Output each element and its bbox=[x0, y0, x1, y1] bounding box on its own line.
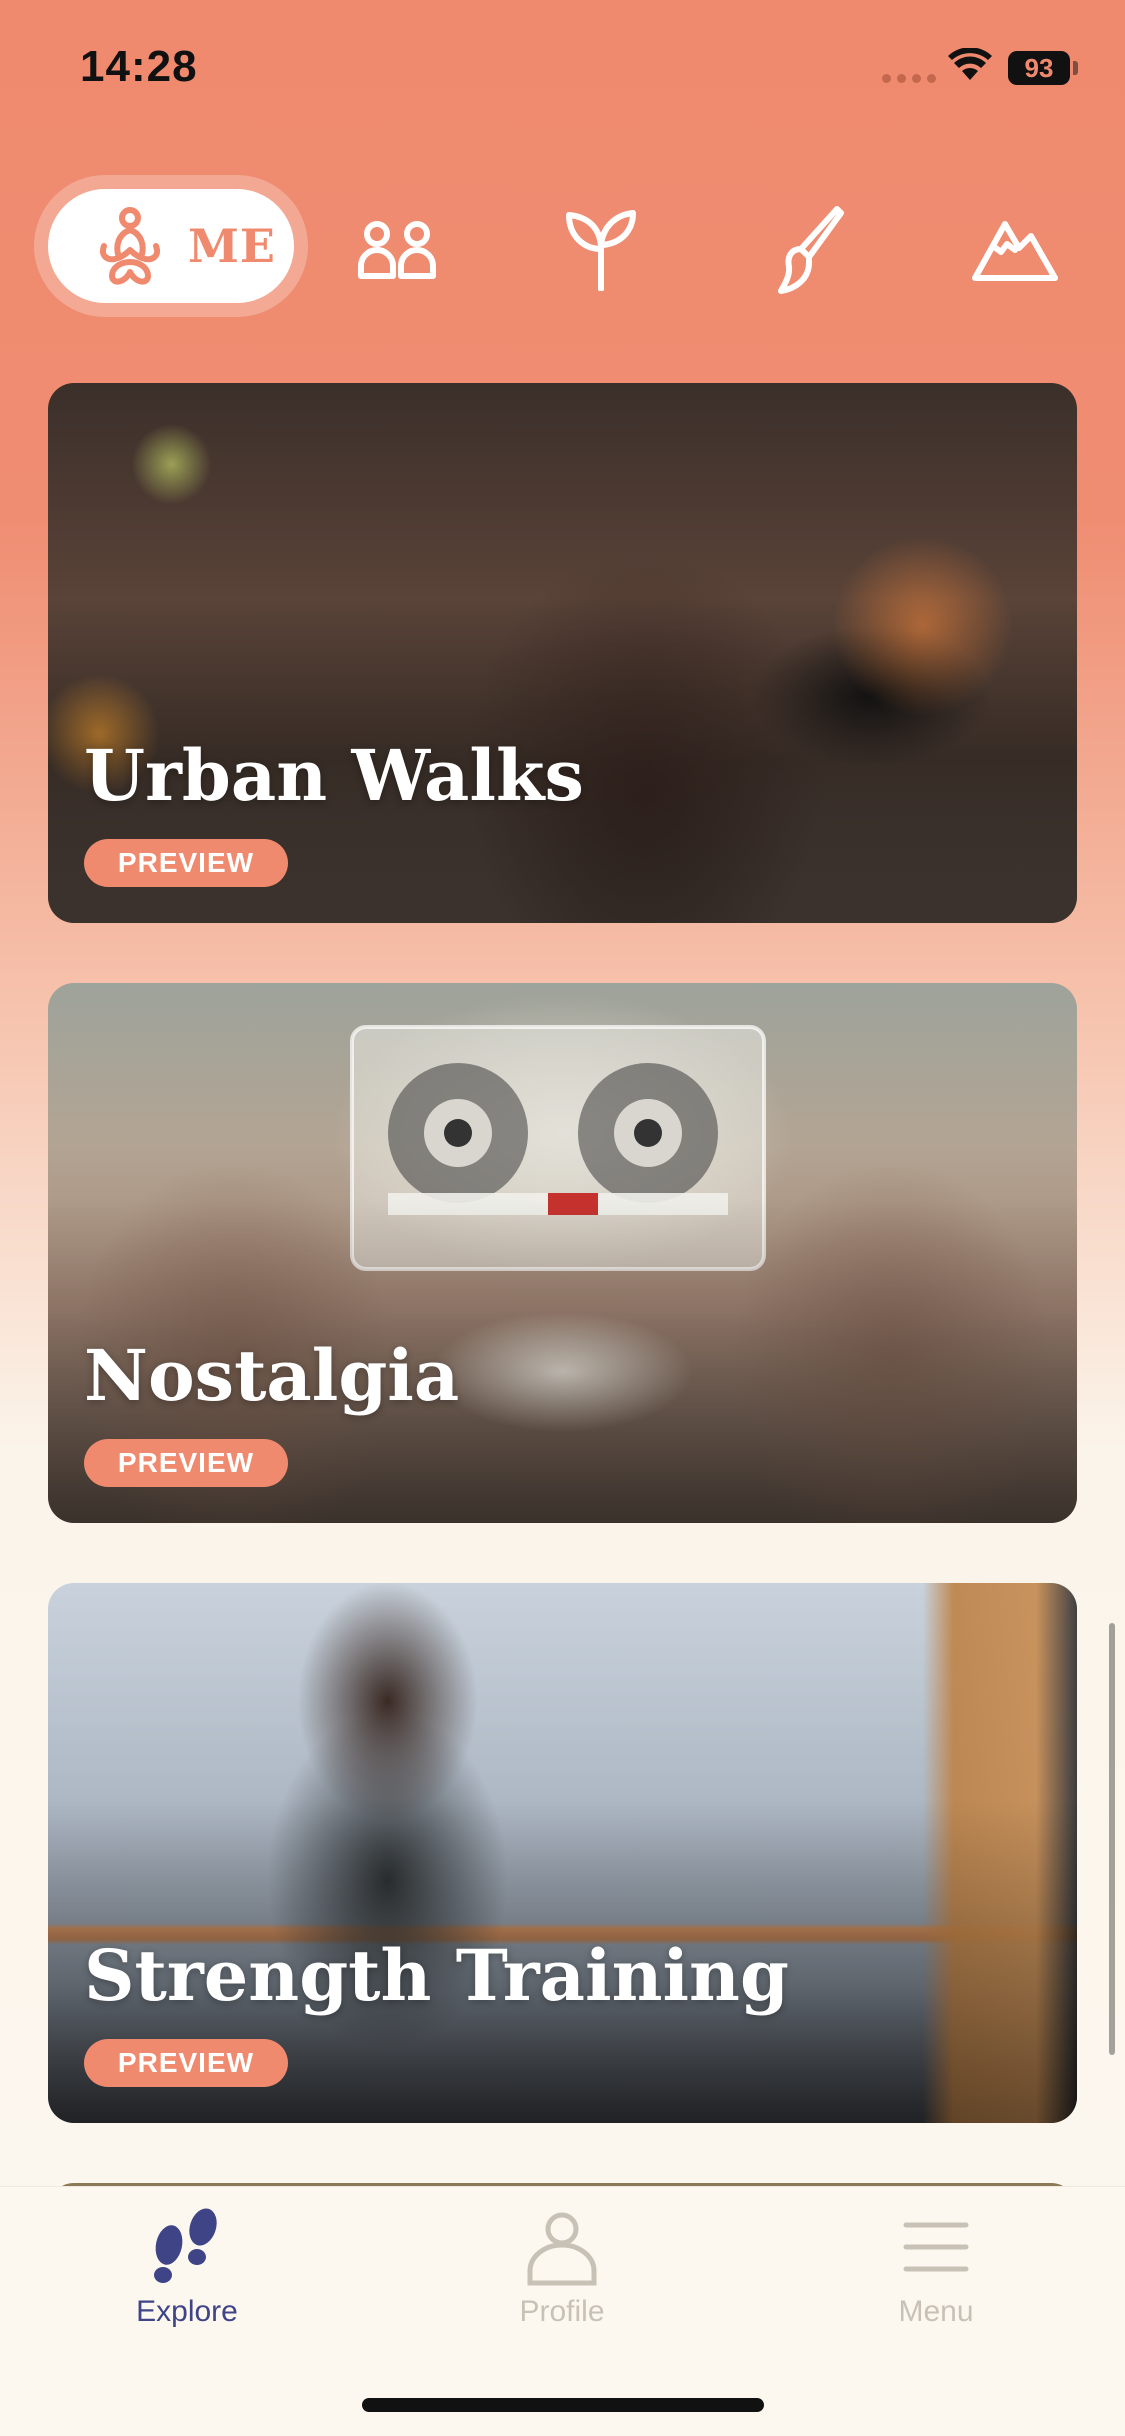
nav-profile-label: Profile bbox=[519, 2295, 605, 2328]
card-title: Strength Training bbox=[84, 1934, 789, 2017]
tab-outdoors[interactable] bbox=[970, 205, 1060, 295]
footprints-icon bbox=[154, 2208, 217, 2283]
category-tabs: ME bbox=[0, 175, 1125, 320]
tab-growth[interactable] bbox=[556, 205, 646, 295]
tab-me-label: ME bbox=[188, 219, 276, 273]
tab-me[interactable]: ME bbox=[34, 175, 308, 317]
nav-profile[interactable]: Profile bbox=[452, 2207, 672, 2337]
preview-badge: PREVIEW bbox=[84, 2039, 288, 2087]
status-bar: 14:28 93 bbox=[0, 0, 1125, 140]
nav-menu-label: Menu bbox=[898, 2295, 974, 2328]
card-title: Nostalgia bbox=[84, 1334, 460, 1417]
status-time: 14:28 bbox=[80, 42, 198, 91]
preview-badge: PREVIEW bbox=[84, 839, 288, 887]
hamburger-icon bbox=[903, 2222, 969, 2272]
home-indicator[interactable] bbox=[362, 2398, 764, 2412]
battery-cap bbox=[1073, 61, 1078, 75]
meditation-icon bbox=[100, 207, 160, 285]
mountain-icon bbox=[972, 221, 1058, 281]
battery-level: 93 bbox=[1024, 52, 1054, 83]
battery-icon: 93 bbox=[1008, 51, 1070, 85]
brush-icon bbox=[778, 206, 844, 294]
tab-people[interactable] bbox=[352, 205, 442, 295]
sprout-icon bbox=[566, 210, 636, 291]
nav-explore-label: Explore bbox=[136, 2295, 238, 2328]
card-title: Urban Walks bbox=[84, 734, 584, 817]
person-icon bbox=[527, 2212, 597, 2286]
card-nostalgia[interactable]: Nostalgia PREVIEW bbox=[48, 983, 1077, 1523]
tab-creativity[interactable] bbox=[766, 205, 856, 295]
nav-menu[interactable]: Menu bbox=[826, 2207, 1046, 2337]
people-icon bbox=[358, 221, 436, 279]
cellular-signal-icon bbox=[882, 74, 936, 83]
card-urban-walks[interactable]: Urban Walks PREVIEW bbox=[48, 383, 1077, 923]
scrollbar[interactable] bbox=[1109, 1623, 1115, 2055]
card-strength-training[interactable]: Strength Training PREVIEW bbox=[48, 1583, 1077, 2123]
preview-badge: PREVIEW bbox=[84, 1439, 288, 1487]
wifi-icon bbox=[948, 48, 992, 80]
nav-explore[interactable]: Explore bbox=[77, 2207, 297, 2337]
